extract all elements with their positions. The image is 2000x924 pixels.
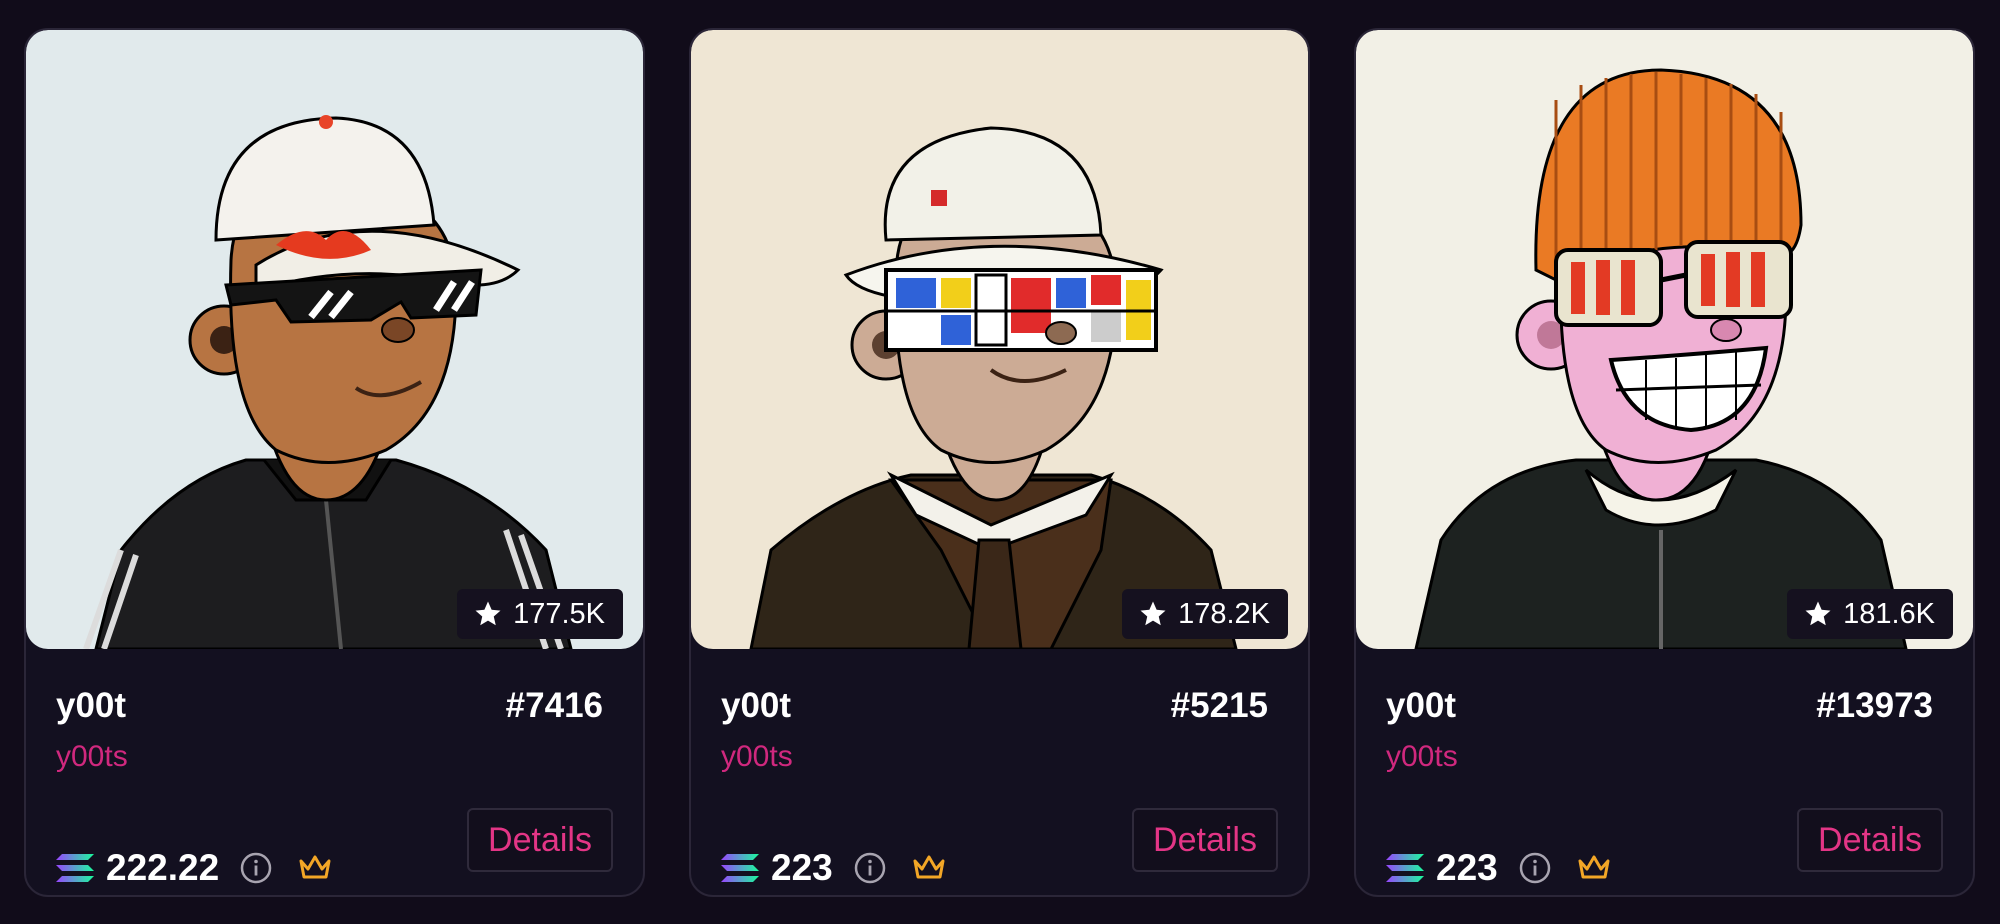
nft-name: y00t xyxy=(56,686,127,725)
nft-card[interactable]: 177.5K y00t #7416 y00ts 222.22 Details xyxy=(24,28,645,897)
crown-icon[interactable] xyxy=(911,853,947,883)
nft-card[interactable]: 181.6K y00t #13973 y00ts 223 Details xyxy=(1354,28,1975,897)
rank-badge: 181.6K xyxy=(1787,589,1953,639)
info-icon[interactable] xyxy=(239,851,273,885)
info-icon[interactable] xyxy=(853,851,887,885)
details-button[interactable]: Details xyxy=(1797,808,1943,872)
token-id: #7416 xyxy=(505,686,603,725)
collection-name[interactable]: y00ts xyxy=(1386,740,1458,774)
crown-icon[interactable] xyxy=(1576,853,1612,883)
details-button[interactable]: Details xyxy=(467,808,613,872)
collection-name[interactable]: y00ts xyxy=(721,740,793,774)
details-button[interactable]: Details xyxy=(1132,808,1278,872)
ape-artwork-beanie-glasses xyxy=(1356,30,1973,649)
price-row: 222.22 xyxy=(56,840,333,895)
nft-image[interactable]: 177.5K xyxy=(26,30,643,649)
price-row: 223 xyxy=(721,840,947,895)
solana-icon xyxy=(56,854,94,882)
star-icon xyxy=(1805,601,1831,626)
rank-badge: 177.5K xyxy=(457,589,623,639)
ape-artwork-flame-shades xyxy=(26,30,643,649)
solana-icon xyxy=(721,854,759,882)
rank-badge: 178.2K xyxy=(1122,589,1288,639)
nft-card-grid: 177.5K y00t #7416 y00ts 222.22 Details 1… xyxy=(0,0,2000,924)
solana-icon xyxy=(1386,854,1424,882)
ape-artwork-mondrian-visor xyxy=(691,30,1308,649)
price-row: 223 xyxy=(1386,840,1612,895)
star-icon xyxy=(475,601,501,626)
nft-image[interactable]: 178.2K xyxy=(691,30,1308,649)
price-value: 222.22 xyxy=(106,847,220,888)
nft-name: y00t xyxy=(1386,686,1457,725)
crown-icon[interactable] xyxy=(297,853,333,883)
rank-value: 178.2K xyxy=(1178,597,1270,630)
rank-value: 177.5K xyxy=(513,597,605,630)
star-icon xyxy=(1140,601,1166,626)
nft-image[interactable]: 181.6K xyxy=(1356,30,1973,649)
token-id: #5215 xyxy=(1170,686,1268,725)
price-value: 223 xyxy=(771,847,833,888)
nft-name: y00t xyxy=(721,686,792,725)
nft-card[interactable]: 178.2K y00t #5215 y00ts 223 Details xyxy=(689,28,1310,897)
token-id: #13973 xyxy=(1816,686,1933,725)
price-value: 223 xyxy=(1436,847,1498,888)
rank-value: 181.6K xyxy=(1843,597,1935,630)
info-icon[interactable] xyxy=(1518,851,1552,885)
collection-name[interactable]: y00ts xyxy=(56,740,128,774)
